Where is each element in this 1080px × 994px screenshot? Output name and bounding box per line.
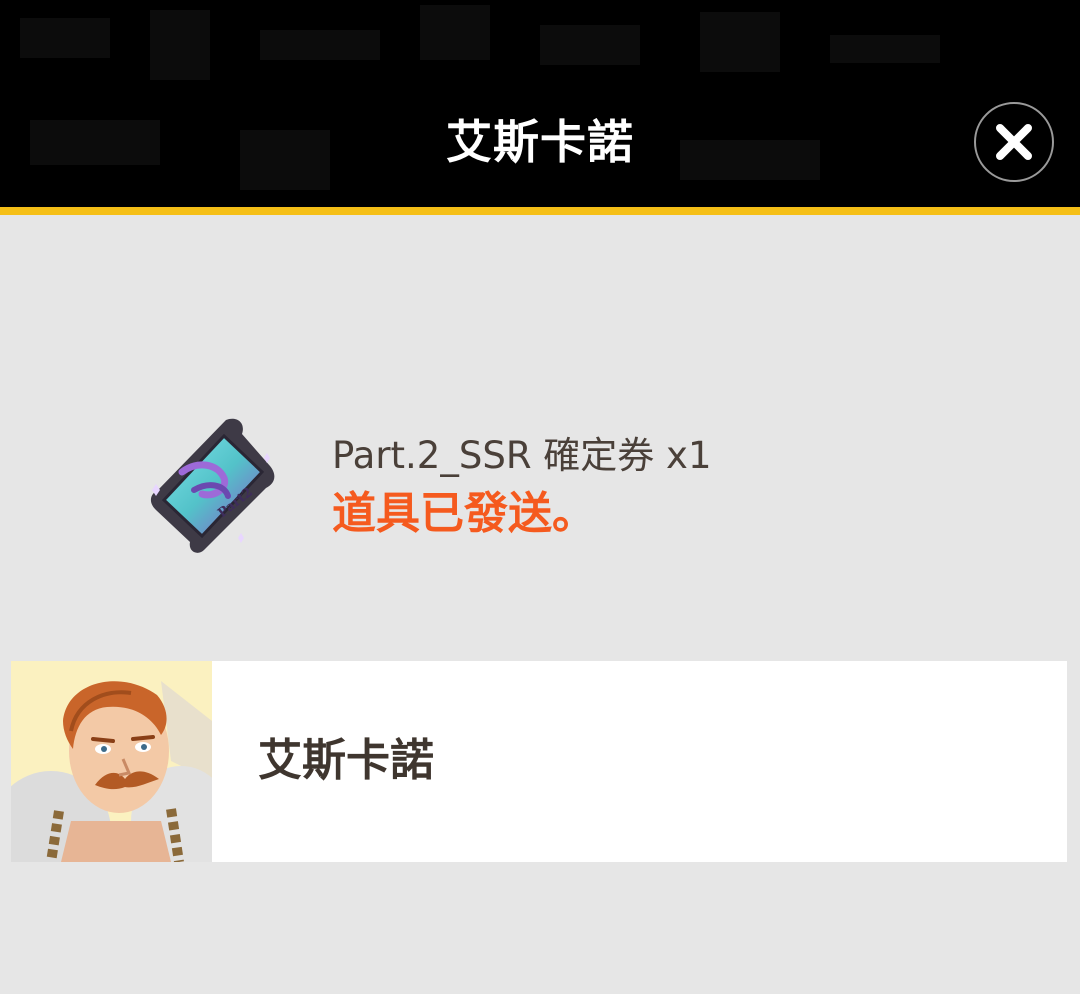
- character-card[interactable]: 艾斯卡諾: [11, 661, 1067, 862]
- header-bar: 艾斯卡諾: [0, 0, 1080, 207]
- header-background-pattern: [20, 5, 940, 190]
- header-accent-stripe: [0, 207, 1080, 215]
- close-button[interactable]: [974, 102, 1054, 182]
- reward-item-name: Part.2_SSR 確定券 x1: [332, 434, 712, 477]
- ssr-ticket-icon: Part2: [150, 418, 275, 553]
- page-title: 艾斯卡諾: [446, 115, 634, 169]
- character-portrait-icon: [11, 661, 212, 862]
- close-icon: [996, 124, 1032, 160]
- reward-status-message: 道具已發送。: [332, 488, 596, 539]
- character-name: 艾斯卡諾: [258, 735, 434, 786]
